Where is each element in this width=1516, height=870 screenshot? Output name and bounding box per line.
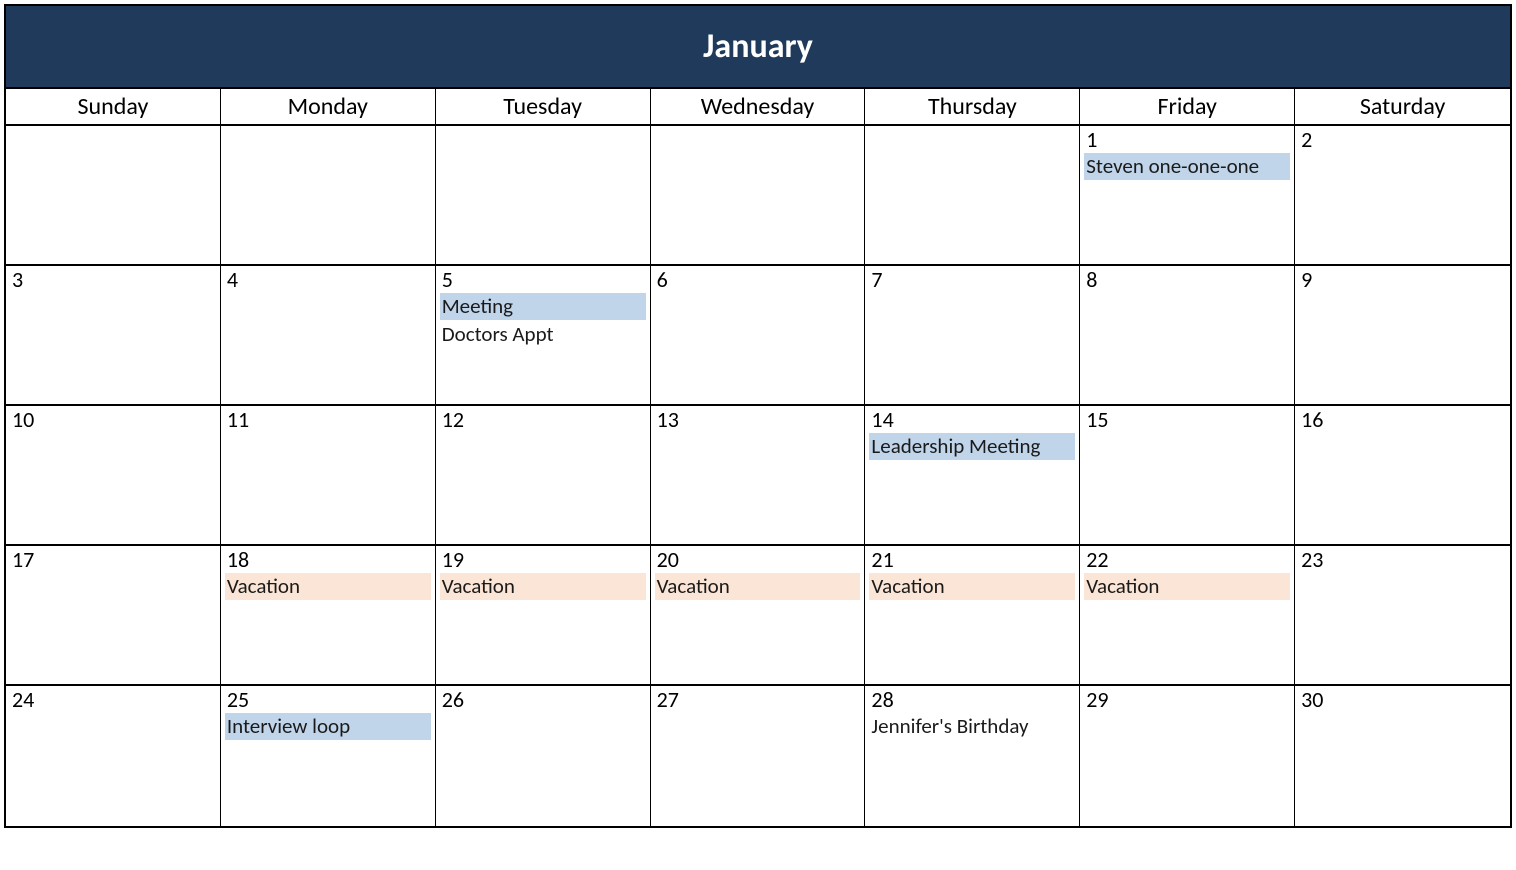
day-number: 12 (440, 408, 646, 432)
day-cell[interactable] (436, 126, 651, 264)
day-number: 9 (1299, 268, 1506, 292)
day-cell[interactable]: 27 (651, 686, 866, 826)
day-cell[interactable]: 23 (1295, 546, 1510, 684)
day-cell[interactable]: 10 (6, 406, 221, 544)
day-cell[interactable] (6, 126, 221, 264)
day-cell[interactable]: 15 (1080, 406, 1295, 544)
day-number: 8 (1084, 268, 1290, 292)
day-cell[interactable]: 2 (1295, 126, 1510, 264)
day-cell[interactable]: 17 (6, 546, 221, 684)
day-cell[interactable]: 6 (651, 266, 866, 404)
calendar-weeks: 1Steven one-one-one2345MeetingDoctors Ap… (6, 126, 1510, 826)
day-cell[interactable]: 22Vacation (1080, 546, 1295, 684)
day-header-monday: Monday (221, 89, 436, 124)
day-number: 27 (655, 688, 861, 712)
day-cell[interactable]: 26 (436, 686, 651, 826)
day-header-saturday: Saturday (1295, 89, 1510, 124)
day-header-sunday: Sunday (6, 89, 221, 124)
calendar-week: 2425Interview loop262728Jennifer's Birth… (6, 686, 1510, 826)
day-cell[interactable]: 3 (6, 266, 221, 404)
calendar-event[interactable]: Steven one-one-one (1084, 153, 1290, 180)
day-cell[interactable] (651, 126, 866, 264)
calendar-week: 1718Vacation19Vacation20Vacation21Vacati… (6, 546, 1510, 686)
day-cell[interactable] (865, 126, 1080, 264)
day-header-wednesday: Wednesday (651, 89, 866, 124)
day-number: 26 (440, 688, 646, 712)
calendar-week: 1Steven one-one-one2 (6, 126, 1510, 266)
day-number: 14 (869, 408, 1075, 432)
calendar-event[interactable]: Doctors Appt (440, 321, 646, 348)
day-number: 4 (225, 268, 431, 292)
day-number: 22 (1084, 548, 1290, 572)
day-cell[interactable]: 25Interview loop (221, 686, 436, 826)
day-cell[interactable]: 12 (436, 406, 651, 544)
calendar-event[interactable]: Vacation (225, 573, 431, 600)
day-number: 11 (225, 408, 431, 432)
day-header-tuesday: Tuesday (436, 89, 651, 124)
day-number: 13 (655, 408, 861, 432)
day-header-thursday: Thursday (865, 89, 1080, 124)
calendar-event[interactable]: Vacation (869, 573, 1075, 600)
calendar-event[interactable]: Interview loop (225, 713, 431, 740)
calendar-event[interactable]: Vacation (1084, 573, 1290, 600)
day-number: 5 (440, 268, 646, 292)
day-cell[interactable]: 9 (1295, 266, 1510, 404)
calendar-event[interactable]: Meeting (440, 293, 646, 320)
day-cell[interactable]: 21Vacation (865, 546, 1080, 684)
day-cell[interactable]: 14Leadership Meeting (865, 406, 1080, 544)
day-headers-row: Sunday Monday Tuesday Wednesday Thursday… (6, 89, 1510, 126)
month-title: January (6, 6, 1510, 89)
day-number: 19 (440, 548, 646, 572)
day-number: 25 (225, 688, 431, 712)
day-number: 17 (10, 548, 216, 572)
day-cell[interactable]: 28Jennifer's Birthday (865, 686, 1080, 826)
day-number: 10 (10, 408, 216, 432)
calendar-event[interactable]: Vacation (440, 573, 646, 600)
day-cell[interactable]: 24 (6, 686, 221, 826)
calendar-event[interactable]: Vacation (655, 573, 861, 600)
day-number: 15 (1084, 408, 1290, 432)
day-number: 29 (1084, 688, 1290, 712)
day-cell[interactable]: 29 (1080, 686, 1295, 826)
day-cell[interactable]: 20Vacation (651, 546, 866, 684)
day-cell[interactable]: 4 (221, 266, 436, 404)
day-cell[interactable]: 11 (221, 406, 436, 544)
calendar-week: 1011121314Leadership Meeting1516 (6, 406, 1510, 546)
day-number: 18 (225, 548, 431, 572)
calendar: January Sunday Monday Tuesday Wednesday … (4, 4, 1512, 828)
day-cell[interactable]: 13 (651, 406, 866, 544)
day-cell[interactable]: 1Steven one-one-one (1080, 126, 1295, 264)
day-cell[interactable]: 8 (1080, 266, 1295, 404)
day-cell[interactable]: 18Vacation (221, 546, 436, 684)
day-number: 30 (1299, 688, 1506, 712)
day-number: 2 (1299, 128, 1506, 152)
day-number: 21 (869, 548, 1075, 572)
day-number: 20 (655, 548, 861, 572)
day-number: 28 (869, 688, 1075, 712)
day-number: 7 (869, 268, 1075, 292)
calendar-week: 345MeetingDoctors Appt6789 (6, 266, 1510, 406)
calendar-event[interactable]: Jennifer's Birthday (869, 713, 1075, 740)
day-cell[interactable]: 19Vacation (436, 546, 651, 684)
day-number: 24 (10, 688, 216, 712)
day-cell[interactable] (221, 126, 436, 264)
day-cell[interactable]: 16 (1295, 406, 1510, 544)
day-number: 16 (1299, 408, 1506, 432)
day-number: 1 (1084, 128, 1290, 152)
day-cell[interactable]: 30 (1295, 686, 1510, 826)
day-number: 3 (10, 268, 216, 292)
day-number: 23 (1299, 548, 1506, 572)
day-cell[interactable]: 5MeetingDoctors Appt (436, 266, 651, 404)
day-number: 6 (655, 268, 861, 292)
day-cell[interactable]: 7 (865, 266, 1080, 404)
day-header-friday: Friday (1080, 89, 1295, 124)
calendar-event[interactable]: Leadership Meeting (869, 433, 1075, 460)
